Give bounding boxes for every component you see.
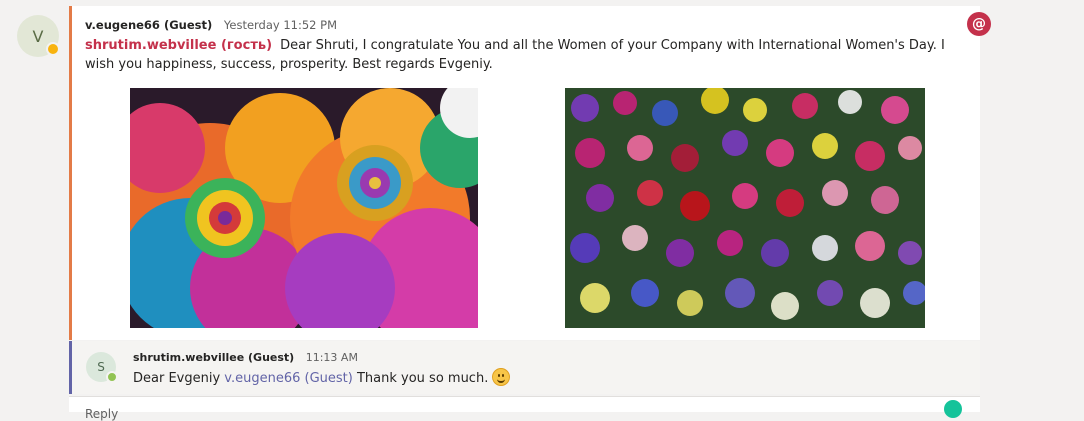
flowers-illustration <box>565 88 925 328</box>
mention-link[interactable]: shrutim.webvillee (гость) <box>85 38 272 53</box>
reply-avatar[interactable]: S <box>86 352 118 383</box>
reply-text-after: Thank you so much. <box>356 371 489 386</box>
grammarly-icon[interactable] <box>944 400 962 418</box>
message-timestamp: Yesterday 11:52 PM <box>223 18 338 32</box>
primrose-flowers-image[interactable] <box>565 88 925 328</box>
sender-avatar[interactable]: V <box>17 15 60 57</box>
roses-illustration <box>130 88 478 328</box>
reply-body: Dear Evgeniy v.eugene66 (Guest) Thank yo… <box>133 368 511 388</box>
reply-label: Reply <box>85 407 119 421</box>
reply-header: shrutim.webvillee (Guest) 11:13 AM <box>133 351 358 364</box>
reply-timestamp: 11:13 AM <box>305 351 358 364</box>
message-body: shrutim.webvillee (гость) Dear Shruti, I… <box>85 36 965 74</box>
reply-author[interactable]: shrutim.webvillee (Guest) <box>133 351 294 364</box>
rainbow-roses-image[interactable] <box>130 88 478 328</box>
reply-mention-link[interactable]: v.eugene66 (Guest) <box>224 371 353 386</box>
message-author[interactable]: v.eugene66 (Guest) <box>85 18 212 32</box>
reply-text-before: Dear Evgeniy <box>133 371 221 386</box>
avatar-initial: S <box>97 360 105 374</box>
smile-emoji-icon <box>492 368 511 386</box>
available-status-icon <box>106 371 118 383</box>
away-status-icon <box>46 42 60 56</box>
message-header: v.eugene66 (Guest) Yesterday 11:52 PM <box>85 18 337 32</box>
mention-at-icon: @ <box>967 12 991 36</box>
avatar-initial: V <box>32 26 44 46</box>
reply-compose-box[interactable]: Reply <box>69 396 980 421</box>
